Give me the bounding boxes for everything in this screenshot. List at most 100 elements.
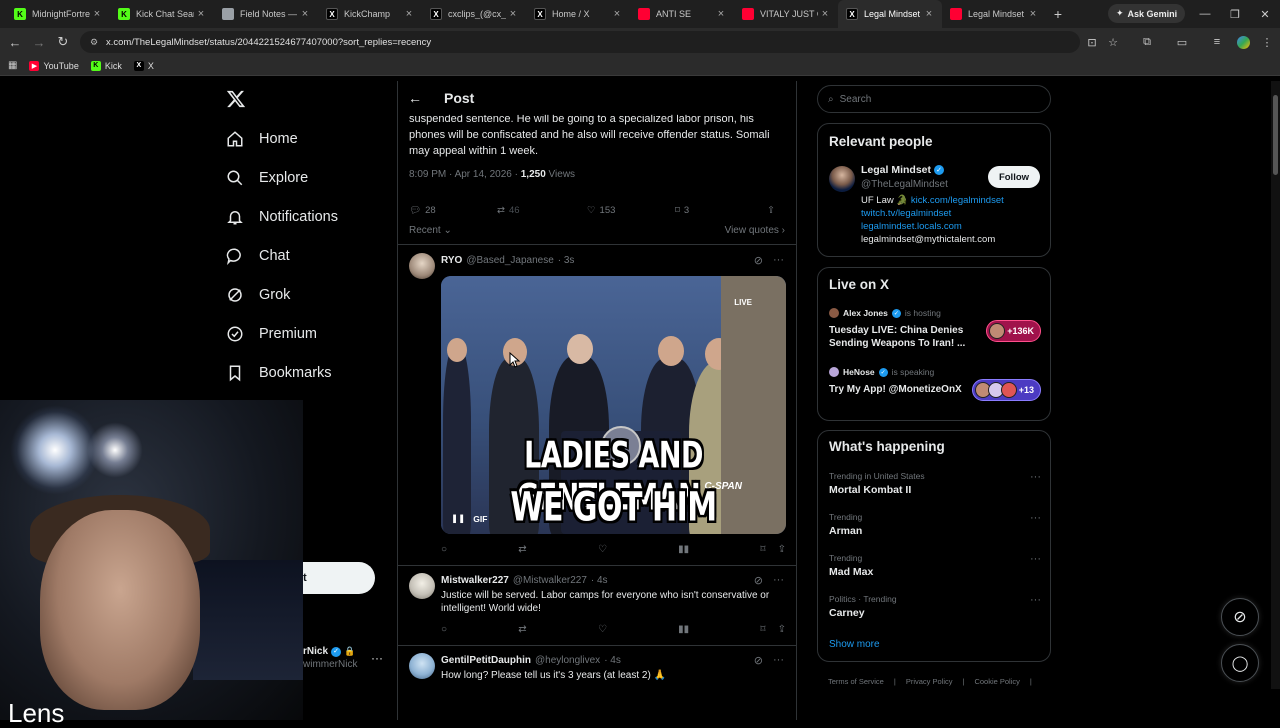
avatar[interactable] <box>829 166 855 192</box>
reply-time[interactable]: · 3s <box>558 255 575 266</box>
browser-tab[interactable]: X Legal Mindset × <box>838 0 942 28</box>
grok-icon[interactable]: ⊘ <box>754 254 763 267</box>
trend-item[interactable]: Trending Arman ··· <box>829 512 1041 537</box>
new-tab-button[interactable]: + <box>1046 0 1070 28</box>
views-icon[interactable]: ▮▮ <box>678 544 689 555</box>
reply-time[interactable]: · 4s <box>604 655 621 666</box>
reply-handle[interactable]: @Mistwalker227 <box>513 575 587 586</box>
nav-item-home[interactable]: Home <box>225 127 298 151</box>
live-host-name[interactable]: Alex Jones <box>843 308 888 318</box>
grok-float-button[interactable]: ⊘ <box>1221 598 1259 636</box>
maximize-icon[interactable]: ❐ <box>1220 0 1250 28</box>
person-name-row[interactable]: Legal Mindset ✓ <box>861 164 945 176</box>
reply-icon[interactable]: ○ <box>441 624 447 635</box>
browser-tab[interactable]: VITALY JUST G × <box>734 0 838 28</box>
chat-float-button[interactable]: ◯ <box>1221 644 1259 682</box>
nav-item-notifications[interactable]: Notifications <box>225 205 338 229</box>
tab-close-icon[interactable]: × <box>922 8 936 20</box>
bookmark-item[interactable]: ▶ YouTube <box>29 60 79 71</box>
back-icon[interactable]: ← <box>7 34 23 50</box>
view-quotes-link[interactable]: View quotes › <box>725 225 785 236</box>
footer-link[interactable]: Terms of Service <box>828 677 884 686</box>
heart-icon[interactable]: ♡ <box>598 624 607 635</box>
profile-icon[interactable] <box>1236 35 1250 49</box>
avatar[interactable] <box>409 573 435 599</box>
media-icon[interactable]: ≡ <box>1210 35 1224 49</box>
reply-handle[interactable]: @heylonglivex <box>535 655 600 666</box>
forward-icon[interactable]: → <box>31 34 47 50</box>
live-item[interactable]: Alex Jones ✓ is hosting Tuesday LIVE: China… <box>829 308 1041 350</box>
bio-link-kick[interactable]: kick.com/legalmindset <box>911 195 1004 206</box>
tab-close-icon[interactable]: × <box>298 8 312 20</box>
listener-count-badge[interactable]: +13 <box>971 379 1041 401</box>
tab-close-icon[interactable]: × <box>402 8 416 20</box>
back-arrow-icon[interactable]: ← <box>408 90 424 106</box>
bookmark-item[interactable]: XX <box>133 60 154 71</box>
browser-tab[interactable]: Legal Mindset × <box>942 0 1046 28</box>
apps-grid-icon[interactable]: ▦ <box>8 60 17 71</box>
tab-close-icon[interactable]: × <box>1026 8 1040 20</box>
bookmark-icon[interactable]: ⌑ <box>760 624 765 635</box>
browser-tab[interactable]: K MidnightFortre × <box>6 0 110 28</box>
live-host-name[interactable]: HeNose <box>843 367 875 377</box>
reply-button[interactable]: 💬︎ 28 <box>409 205 497 216</box>
browser-tab[interactable]: K Kick Chat Searc× <box>110 0 214 28</box>
bookmark-item[interactable]: K Kick <box>90 60 122 71</box>
bio-link-locals[interactable]: legalmindset.locals.com <box>861 220 1041 233</box>
nav-item-explore[interactable]: Explore <box>225 166 308 190</box>
live-title[interactable]: Tuesday LIVE: China Denies Sending Weapo… <box>829 324 974 350</box>
heart-icon[interactable]: ♡ <box>598 544 607 555</box>
nav-item-grok[interactable]: Grok <box>225 283 290 307</box>
browser-tab[interactable]: Field Notes — i × <box>214 0 318 28</box>
tab-close-icon[interactable]: × <box>714 8 728 20</box>
views-icon[interactable]: ▮▮ <box>678 624 689 635</box>
install-app-icon[interactable]: ⊡ <box>1085 35 1099 49</box>
more-icon[interactable]: ··· <box>773 654 784 667</box>
close-window-icon[interactable]: ✕ <box>1250 0 1280 28</box>
cast-icon[interactable]: ▭ <box>1175 35 1189 49</box>
pause-icon[interactable]: ❚❚ <box>451 513 465 524</box>
like-button[interactable]: ♡ 153 <box>587 205 675 216</box>
more-icon[interactable]: ··· <box>773 574 784 587</box>
page-scrollbar[interactable] <box>1271 81 1280 689</box>
bookmark-star-icon[interactable]: ☆ <box>1106 35 1120 49</box>
scrollbar-thumb[interactable] <box>1273 95 1278 175</box>
footer-link[interactable]: Cookie Policy <box>974 677 1019 686</box>
repost-icon[interactable]: ⇄ <box>518 544 526 555</box>
ask-gemini-button[interactable]: ✦ Ask Gemini <box>1108 4 1186 23</box>
person-handle[interactable]: @TheLegalMindset <box>861 179 948 190</box>
more-icon[interactable]: ··· <box>1030 553 1041 565</box>
browser-menu-icon[interactable]: ⋮ <box>1260 35 1274 49</box>
x-logo-icon[interactable] <box>226 89 246 109</box>
bio-link-twitch[interactable]: twitch.tv/legalmindset <box>861 207 1041 220</box>
bookmark-icon[interactable]: ⌑ <box>760 544 765 555</box>
more-icon[interactable]: ··· <box>1030 471 1041 483</box>
reply-author[interactable]: GentilPetitDauphin <box>441 655 531 666</box>
reply-time[interactable]: · 4s <box>591 575 608 586</box>
reply-gif[interactable]: LIVE LADIES AND GENTLEMAN, C-SPAN WE GOT… <box>441 276 786 534</box>
trend-item[interactable]: Politics · Trending Carney ··· <box>829 594 1041 619</box>
nav-item-chat[interactable]: Chat <box>225 244 290 268</box>
avatar[interactable] <box>409 253 435 279</box>
nav-item-premium[interactable]: Premium <box>225 322 317 346</box>
nav-item-bookmarks[interactable]: Bookmarks <box>225 361 332 385</box>
grok-icon[interactable]: ⊘ <box>754 654 763 667</box>
browser-tab[interactable]: ANTI SE × <box>630 0 734 28</box>
reply-author[interactable]: Mistwalker227 <box>441 575 509 586</box>
account-more-icon[interactable]: ··· <box>371 651 383 665</box>
tab-close-icon[interactable]: × <box>90 8 104 20</box>
tab-close-icon[interactable]: × <box>818 8 832 20</box>
minimize-icon[interactable]: — <box>1190 0 1220 28</box>
post-timestamp[interactable]: 8:09 PM · Apr 14, 2026 · <box>409 169 521 180</box>
share-icon[interactable]: ⇪ <box>778 624 786 635</box>
browser-tab[interactable]: X KickChamp × <box>318 0 422 28</box>
sort-dropdown[interactable]: Recent ⌄ <box>409 225 452 236</box>
repost-icon[interactable]: ⇄ <box>518 624 526 635</box>
tab-close-icon[interactable]: × <box>194 8 208 20</box>
listener-count-badge[interactable]: +136K <box>986 320 1041 342</box>
post-button[interactable]: t <box>303 562 375 594</box>
more-icon[interactable]: ··· <box>773 254 784 267</box>
reply-author[interactable]: RYO <box>441 255 462 266</box>
site-info-icon[interactable]: ⚙ <box>90 37 100 47</box>
repost-button[interactable]: ⇄ 46 <box>497 205 587 216</box>
